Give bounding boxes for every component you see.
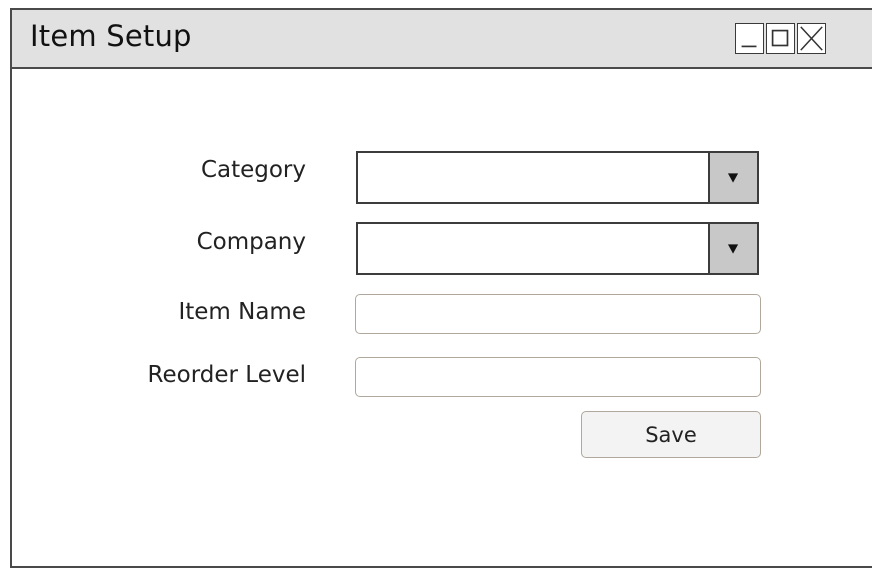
company-label: Company <box>196 229 306 255</box>
minimize-button[interactable] <box>735 23 764 54</box>
save-button[interactable]: Save <box>581 411 761 458</box>
title-bar[interactable]: Item Setup <box>12 10 872 69</box>
chevron-down-icon <box>727 173 739 183</box>
category-label: Category <box>200 157 306 183</box>
company-dropdown-button[interactable] <box>708 224 757 273</box>
reorder-level-label: Reorder Level <box>147 362 306 388</box>
company-select[interactable] <box>356 222 759 275</box>
category-dropdown-button[interactable] <box>708 153 757 202</box>
minimize-icon <box>741 45 757 48</box>
window-title: Item Setup <box>30 19 192 53</box>
maximize-icon <box>771 29 789 47</box>
chevron-down-icon <box>727 244 739 254</box>
maximize-button[interactable] <box>766 23 795 54</box>
item-setup-window: Item Setup <box>10 8 872 568</box>
reorder-level-input[interactable] <box>355 357 761 397</box>
close-button[interactable] <box>797 23 826 54</box>
close-icon <box>800 26 823 51</box>
item-name-input[interactable] <box>355 294 761 334</box>
category-select[interactable] <box>356 151 759 204</box>
item-name-label: Item Name <box>178 299 306 325</box>
